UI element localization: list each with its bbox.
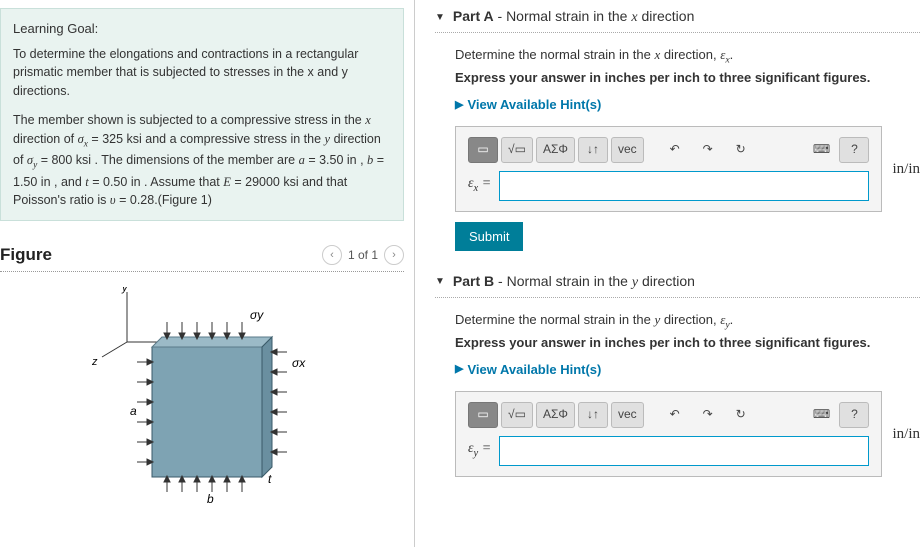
figure-pager-text: 1 of 1 xyxy=(348,248,378,262)
caret-right-icon: ▶ xyxy=(455,97,463,115)
sigma-x-label: σx xyxy=(292,356,306,370)
answer-toolbar: ▭ √▭ ΑΣΦ ↓↑ vec ↶ ↷ ↻ ⌨ ? xyxy=(468,137,869,163)
help-button[interactable]: ? xyxy=(839,402,869,428)
template-button[interactable]: ▭ xyxy=(468,137,498,163)
vec-button[interactable]: vec xyxy=(611,402,644,428)
caret-right-icon: ▶ xyxy=(455,361,463,379)
caret-down-icon: ▼ xyxy=(435,12,445,23)
part-a-prompt: Determine the normal strain in the x dir… xyxy=(455,45,920,68)
part-a-answer-input[interactable] xyxy=(499,171,869,201)
part-a: ▼ Part A - Normal strain in the x direct… xyxy=(435,8,920,251)
learning-goal-body: The member shown is subjected to a compr… xyxy=(13,111,391,210)
figure-prev-button[interactable]: ‹ xyxy=(322,245,342,265)
figure-title: Figure xyxy=(0,245,52,265)
learning-goal-heading: Learning Goal: xyxy=(13,19,391,39)
figure-diagram: y x z xyxy=(0,282,404,512)
caret-down-icon: ▼ xyxy=(435,276,445,287)
part-a-title: Part A - Normal strain in the x directio… xyxy=(453,8,694,26)
part-b-instruct: Express your answer in inches per inch t… xyxy=(455,333,920,354)
figure-header: Figure ‹ 1 of 1 › xyxy=(0,241,404,272)
part-a-answer-label: εx = xyxy=(468,173,491,198)
greek-button[interactable]: ΑΣΦ xyxy=(536,402,575,428)
axis-y-label: y xyxy=(121,287,129,294)
part-a-units: in/in xyxy=(892,157,920,181)
undo-button[interactable]: ↶ xyxy=(660,137,690,163)
keyboard-button[interactable]: ⌨ xyxy=(806,137,836,163)
part-b-answer-label: εy = xyxy=(468,438,491,463)
help-button[interactable]: ? xyxy=(839,137,869,163)
figure-next-button[interactable]: › xyxy=(384,245,404,265)
part-b-header[interactable]: ▼ Part B - Normal strain in the y direct… xyxy=(435,273,920,298)
part-b-answer-input[interactable] xyxy=(499,436,869,466)
subsup-button[interactable]: ↓↑ xyxy=(578,402,608,428)
sqrt-button[interactable]: √▭ xyxy=(501,137,533,163)
part-a-header[interactable]: ▼ Part A - Normal strain in the x direct… xyxy=(435,8,920,33)
part-a-instruct: Express your answer in inches per inch t… xyxy=(455,68,920,89)
greek-button[interactable]: ΑΣΦ xyxy=(536,137,575,163)
dim-t-label: t xyxy=(268,472,272,486)
subsup-button[interactable]: ↓↑ xyxy=(578,137,608,163)
template-button[interactable]: ▭ xyxy=(468,402,498,428)
vec-button[interactable]: vec xyxy=(611,137,644,163)
sigma-y-label: σy xyxy=(250,308,264,322)
keyboard-button[interactable]: ⌨ xyxy=(806,402,836,428)
part-b-title: Part B - Normal strain in the y directio… xyxy=(453,273,695,291)
undo-button[interactable]: ↶ xyxy=(660,402,690,428)
part-a-answer-box: ▭ √▭ ΑΣΦ ↓↑ vec ↶ ↷ ↻ ⌨ ? εx = xyxy=(455,126,882,212)
reset-button[interactable]: ↻ xyxy=(726,402,756,428)
part-a-submit-button[interactable]: Submit xyxy=(455,222,523,251)
part-a-hints-toggle[interactable]: ▶ View Available Hint(s) xyxy=(455,95,920,116)
axis-z-label: z xyxy=(91,356,98,368)
sqrt-button[interactable]: √▭ xyxy=(501,402,533,428)
part-b-units: in/in xyxy=(892,422,920,446)
redo-button[interactable]: ↷ xyxy=(693,402,723,428)
learning-goal-intro: To determine the elongations and contrac… xyxy=(13,45,391,101)
part-b-hints-toggle[interactable]: ▶ View Available Hint(s) xyxy=(455,360,920,381)
answer-toolbar: ▭ √▭ ΑΣΦ ↓↑ vec ↶ ↷ ↻ ⌨ ? xyxy=(468,402,869,428)
redo-button[interactable]: ↷ xyxy=(693,137,723,163)
part-b: ▼ Part B - Normal strain in the y direct… xyxy=(435,273,920,477)
dim-a-label: a xyxy=(130,404,137,418)
part-b-answer-box: ▭ √▭ ΑΣΦ ↓↑ vec ↶ ↷ ↻ ⌨ ? εy = xyxy=(455,391,882,477)
part-b-prompt: Determine the normal strain in the y dir… xyxy=(455,310,920,333)
reset-button[interactable]: ↻ xyxy=(726,137,756,163)
learning-goal-box: Learning Goal: To determine the elongati… xyxy=(0,8,404,221)
dim-b-label: b xyxy=(207,492,214,506)
figure-pager: ‹ 1 of 1 › xyxy=(322,245,404,265)
